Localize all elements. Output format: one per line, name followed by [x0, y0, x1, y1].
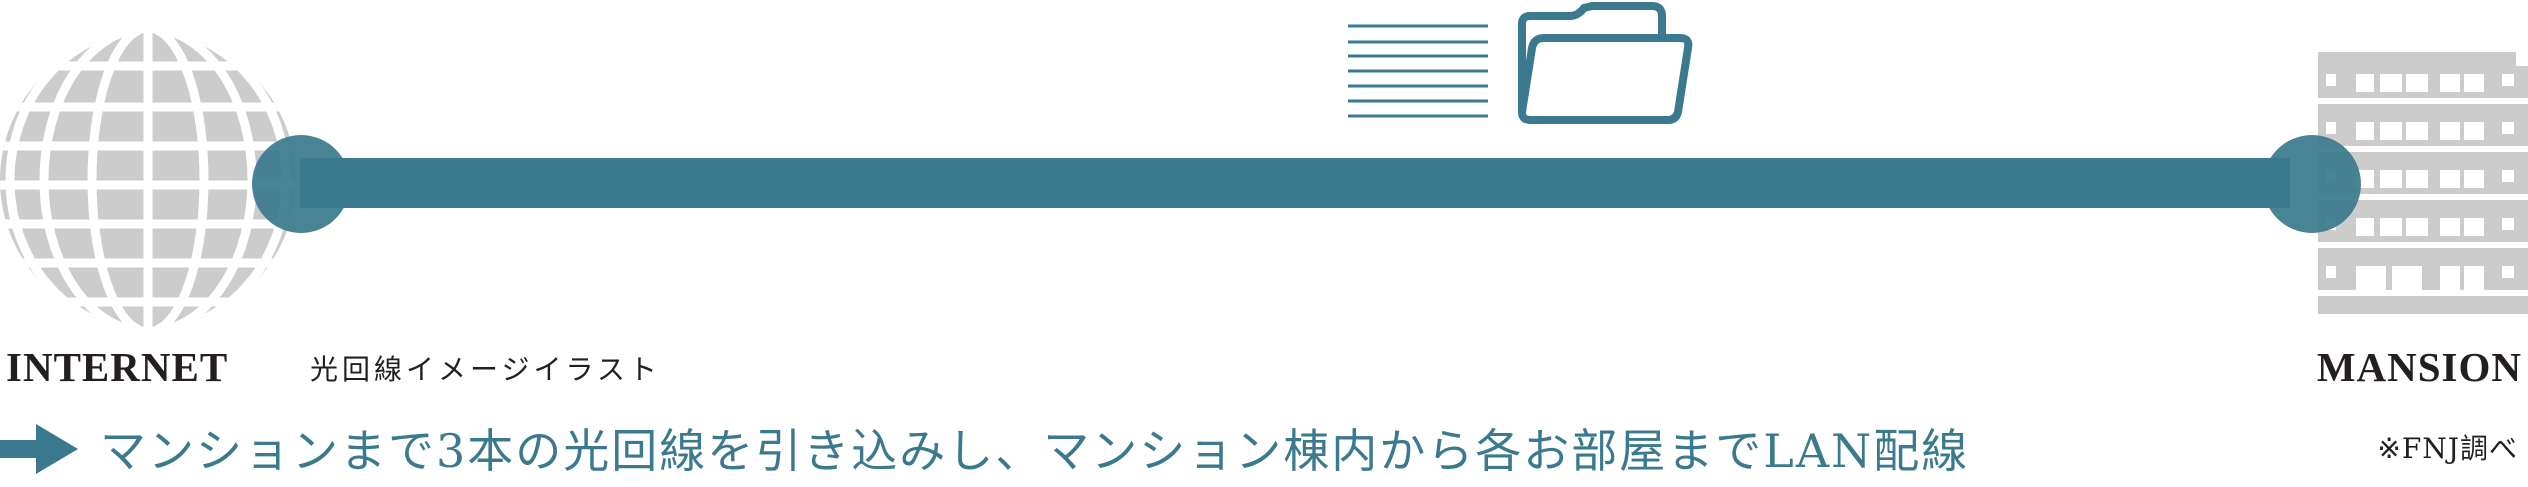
illustration-caption: 光回線イメージイラスト [310, 353, 661, 386]
arrow-right-icon [0, 424, 78, 474]
internet-label: INTERNET [6, 344, 229, 390]
source-note: ※FNJ調べ [2377, 432, 2518, 465]
description-text: マンションまで3本の光回線を引き込みし、マンション棟内から各お部屋までLAN配線 [100, 424, 1970, 478]
fiber-connection-line [252, 135, 2361, 233]
folder-icon [1518, 2, 1693, 124]
document-lines-icon [1348, 24, 1488, 118]
globe-icon [0, 32, 296, 328]
diagram-canvas [0, 2, 2528, 474]
mansion-label: MANSION [2316, 344, 2522, 390]
endpoint-left-node [252, 135, 350, 233]
endpoint-right-node [2263, 135, 2361, 233]
